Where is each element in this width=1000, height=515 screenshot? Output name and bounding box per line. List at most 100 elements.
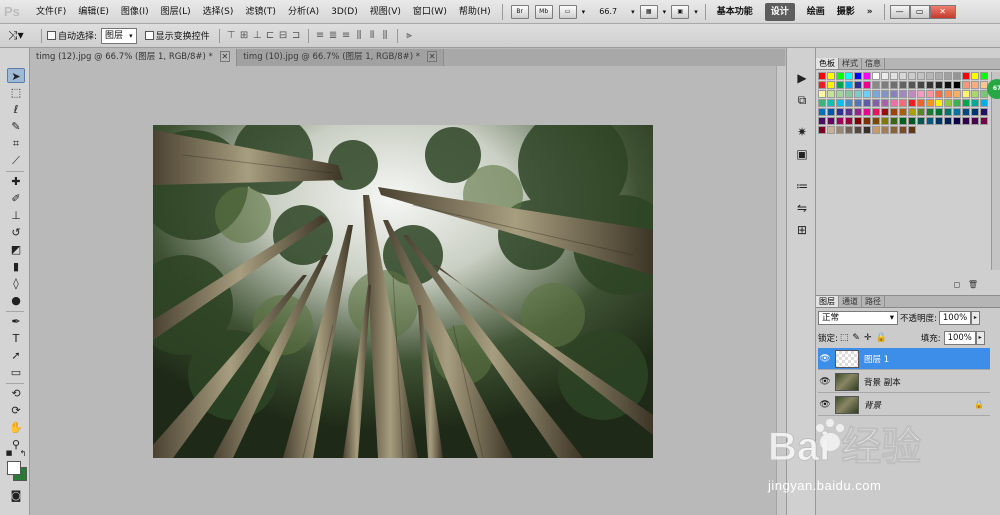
menu-filter[interactable]: 滤镜(T) [239, 0, 282, 24]
foreground-color-swatch[interactable] [7, 461, 21, 475]
color-swatch[interactable] [827, 81, 835, 89]
distribute-right-icon[interactable]: ⫼ [379, 30, 392, 41]
color-swatch[interactable] [872, 81, 880, 89]
color-swatch[interactable] [854, 126, 862, 134]
color-swatch[interactable] [908, 72, 916, 80]
color-swatch[interactable] [845, 108, 853, 116]
color-swatch[interactable] [818, 117, 826, 125]
color-swatch[interactable] [917, 90, 925, 98]
color-swatch[interactable] [917, 81, 925, 89]
color-swatch[interactable] [818, 99, 826, 107]
image-icon[interactable]: ▣ [794, 146, 810, 162]
eyedropper-icon[interactable]: ⟋ [7, 153, 25, 168]
align-left-icon[interactable]: ⊏ [264, 30, 277, 41]
color-swatch[interactable] [962, 108, 970, 116]
arrange-documents-button[interactable]: ▦ [639, 4, 658, 19]
align-right-icon[interactable]: ⊐ [290, 30, 303, 41]
color-swatch[interactable] [980, 99, 988, 107]
color-swatch[interactable] [980, 117, 988, 125]
color-swatch[interactable] [881, 126, 889, 134]
distribute-bottom-icon[interactable]: ≡ [340, 30, 353, 41]
bridge-button[interactable]: Br [510, 4, 529, 19]
stamp-icon[interactable]: ⊞ [794, 222, 810, 238]
auto-select-dropdown[interactable]: 图层 ▾ [101, 27, 137, 44]
color-swatch[interactable] [845, 99, 853, 107]
tab-paths[interactable]: 路径 [862, 296, 885, 307]
brush-icon[interactable]: ✐ [7, 191, 25, 206]
color-swatch[interactable] [836, 99, 844, 107]
color-swatch[interactable] [926, 117, 934, 125]
color-swatch[interactable] [926, 81, 934, 89]
workspace-design[interactable]: 设计 [764, 2, 795, 21]
align-top-icon[interactable]: ⊤ [225, 30, 238, 41]
color-swatch[interactable] [908, 117, 916, 125]
color-swatch[interactable] [827, 90, 835, 98]
color-swatch[interactable] [899, 90, 907, 98]
mini-bridge-button[interactable]: Mb [534, 4, 553, 19]
color-swatch[interactable] [836, 90, 844, 98]
auto-align-icon[interactable]: ⫸ [403, 30, 416, 41]
color-swatch[interactable] [890, 126, 898, 134]
path-select-icon[interactable]: ➚ [7, 348, 25, 363]
color-swatch[interactable] [872, 126, 880, 134]
color-swatch[interactable] [899, 81, 907, 89]
default-colors-icon[interactable]: ■ [4, 446, 14, 461]
color-swatch[interactable] [818, 90, 826, 98]
shape-icon[interactable]: ▭ [7, 365, 25, 380]
color-swatch[interactable] [872, 117, 880, 125]
distribute-top-icon[interactable]: ≡ [314, 30, 327, 41]
quick-select-icon[interactable]: ✎ [7, 119, 25, 134]
color-swatch[interactable] [881, 108, 889, 116]
color-swatch[interactable] [863, 72, 871, 80]
close-icon[interactable]: ✕ [219, 51, 231, 62]
color-swatch[interactable] [944, 99, 952, 107]
color-swatch[interactable] [836, 126, 844, 134]
color-swatch[interactable] [935, 72, 943, 80]
color-swatch[interactable] [890, 81, 898, 89]
color-swatch[interactable] [917, 99, 925, 107]
quick-mask-icon[interactable]: ◙ [7, 488, 25, 503]
color-swatch[interactable] [953, 72, 961, 80]
clone-icon[interactable]: ⇋ [794, 200, 810, 216]
color-swatch[interactable] [845, 81, 853, 89]
stamp-icon[interactable]: ⊥ [7, 208, 25, 223]
menu-help[interactable]: 帮助(H) [453, 0, 497, 24]
color-swatch[interactable] [827, 108, 835, 116]
color-swatch[interactable] [980, 72, 988, 80]
color-swatch[interactable] [854, 108, 862, 116]
color-swatch[interactable] [881, 81, 889, 89]
forest-photo[interactable] [153, 125, 653, 458]
visibility-eye-icon[interactable]: 👁 [818, 352, 832, 366]
gradient-icon[interactable]: ▮ [7, 259, 25, 274]
color-swatch[interactable] [962, 99, 970, 107]
tab-channels[interactable]: 通道 [839, 296, 862, 307]
history-brush-icon[interactable]: ↺ [7, 225, 25, 240]
color-swatch[interactable] [872, 99, 880, 107]
color-swatch[interactable] [863, 117, 871, 125]
color-swatch[interactable] [971, 99, 979, 107]
color-swatch[interactable] [935, 117, 943, 125]
color-swatch[interactable] [818, 81, 826, 89]
color-swatch[interactable] [854, 90, 862, 98]
fill-arrow-icon[interactable]: ▸ [975, 331, 985, 345]
color-swatch[interactable] [890, 99, 898, 107]
3d-orbit-icon[interactable]: ⟳ [7, 403, 25, 418]
more-workspaces-icon[interactable]: » [861, 3, 879, 21]
workspace-essentials[interactable]: 基本功能 [711, 3, 759, 21]
menu-analysis[interactable]: 分析(A) [282, 0, 325, 24]
color-swatch[interactable] [890, 90, 898, 98]
blur-icon[interactable]: ◊ [7, 276, 25, 291]
pen-icon[interactable]: ✒ [7, 314, 25, 329]
color-swatch[interactable] [935, 90, 943, 98]
color-swatch[interactable] [890, 117, 898, 125]
color-swatch[interactable] [926, 108, 934, 116]
opacity-arrow-icon[interactable]: ▸ [970, 311, 980, 325]
close-icon[interactable]: ✕ [426, 51, 438, 62]
color-swatch[interactable] [881, 99, 889, 107]
align-bottom-icon[interactable]: ⊥ [251, 30, 264, 41]
color-swatch[interactable] [908, 108, 916, 116]
color-swatch[interactable] [917, 72, 925, 80]
fill-input[interactable]: 100% [943, 331, 976, 345]
eraser-icon[interactable]: ◩ [7, 242, 25, 257]
move-icon[interactable]: ➤ [7, 68, 25, 83]
